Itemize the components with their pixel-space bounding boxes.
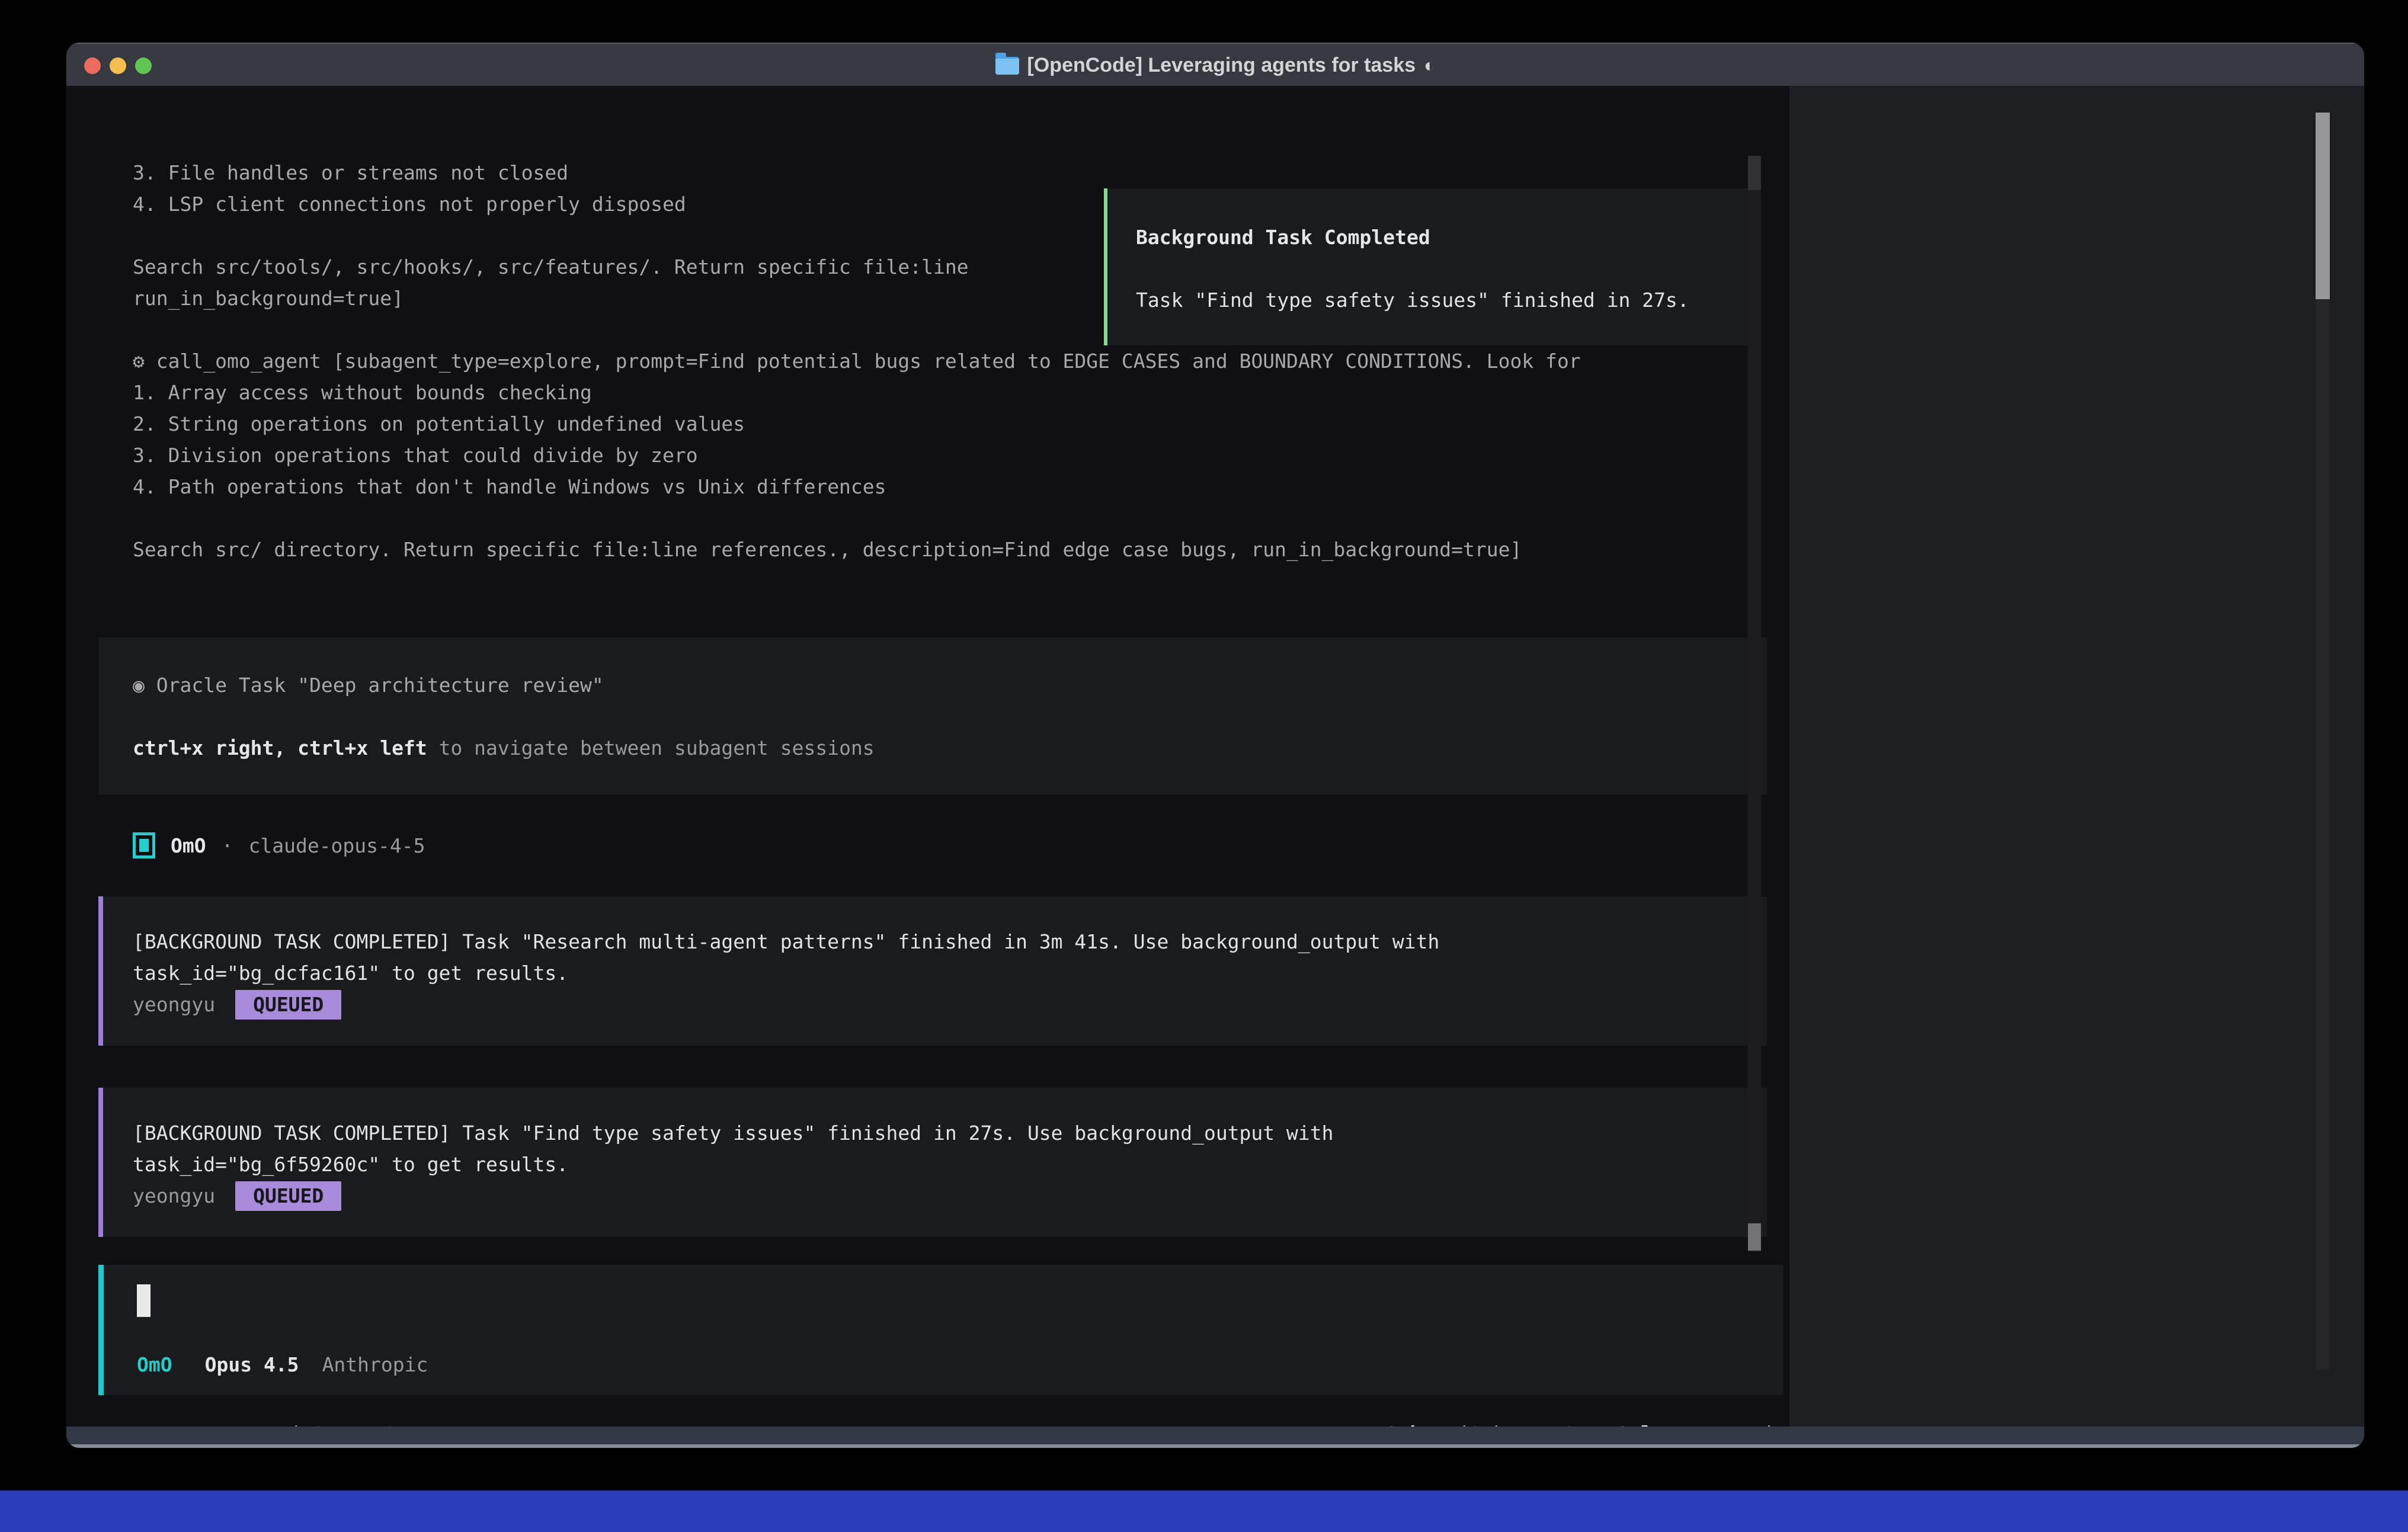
- toast-title: Background Task Completed: [1136, 222, 1755, 253]
- toast-body: Task "Find type safety issues" finished …: [1136, 284, 1755, 316]
- text-cursor: [137, 1284, 150, 1317]
- agent-icon: [133, 832, 155, 858]
- oracle-keybinding-desc: to navigate between subagent sessions: [427, 736, 875, 759]
- oracle-title: Oracle Task "Deep architecture review": [156, 674, 604, 697]
- task-result-meta: yeongyu QUEUED: [133, 989, 1767, 1020]
- tool-call-text: call_omo_agent [subagent_type=explore, p…: [156, 350, 1581, 373]
- input-model-name: Opus 4.5: [205, 1349, 299, 1380]
- toast-spacer: [1136, 253, 1755, 284]
- sidebar-scrollbar-track[interactable]: [2316, 113, 2330, 1370]
- input-provider-name: Anthropic: [322, 1349, 428, 1380]
- tool-call-item: 1. Array access without bounds checking: [133, 377, 1733, 408]
- folder-icon: [995, 57, 1019, 75]
- oracle-hint-line: ctrl+x right, ctrl+x left to navigate be…: [133, 732, 1767, 764]
- task-result-line2: task_id="bg_6f59260c" to get results.: [133, 1149, 1767, 1180]
- transcript-line: 3. File handles or streams not closed: [133, 157, 1733, 188]
- tool-call-line: ⚙ call_omo_agent [subagent_type=explore,…: [133, 345, 1733, 377]
- task-result-line1: [BACKGROUND TASK COMPLETED] Task "Find t…: [133, 1117, 1767, 1149]
- minimize-button[interactable]: [110, 57, 126, 74]
- terminal-window: [OpenCode] Leveraging agents for tasks ◐…: [66, 43, 2364, 1448]
- task-result-line2: task_id="bg_dcfac161" to get results.: [133, 957, 1767, 989]
- window-title: [OpenCode] Leveraging agents for tasks: [1027, 54, 1416, 77]
- oracle-title-line: ◉ Oracle Task "Deep architecture review": [133, 669, 1767, 701]
- separator-dot: ·: [222, 830, 233, 861]
- traffic-lights: [84, 44, 152, 87]
- main-scrollbar-top-segment: [1748, 156, 1761, 190]
- task-result-meta: yeongyu QUEUED: [133, 1180, 1767, 1212]
- task-result-card: [BACKGROUND TASK COMPLETED] Task "Resear…: [98, 896, 1767, 1046]
- oracle-task-box: ◉ Oracle Task "Deep architecture review"…: [98, 637, 1767, 794]
- task-result-line1: [BACKGROUND TASK COMPLETED] Task "Resear…: [133, 926, 1767, 957]
- input-agent-name: OmO: [137, 1349, 172, 1380]
- tool-call-tail: Search src/ directory. Return specific f…: [133, 534, 1733, 565]
- session-status-icon: ◐: [1424, 55, 1435, 76]
- status-badge: QUEUED: [235, 990, 341, 1020]
- agent-model: claude-opus-4-5: [248, 830, 425, 861]
- main-scrollbar-thumb[interactable]: [1748, 1223, 1761, 1251]
- zoom-button[interactable]: [135, 57, 152, 74]
- model-line: OmO Opus 4.5 Anthropic: [137, 1349, 428, 1380]
- agent-header: OmO · claude-opus-4-5: [133, 829, 425, 861]
- gear-icon: ⚙: [133, 350, 145, 373]
- oracle-spacer: [133, 701, 1767, 732]
- transcript-spacer: [133, 502, 1733, 534]
- main-content: 3. File handles or streams not closed 4.…: [66, 86, 1789, 1427]
- sidebar-scrollbar-thumb[interactable]: [2316, 113, 2330, 299]
- tool-call-item: 3. Division operations that could divide…: [133, 440, 1733, 471]
- window-footer: [66, 1427, 2364, 1448]
- task-result-card: [BACKGROUND TASK COMPLETED] Task "Find t…: [98, 1088, 1767, 1237]
- desktop-wallpaper-band: [0, 1491, 2408, 1532]
- tool-call-item: 4. Path operations that don't handle Win…: [133, 471, 1733, 502]
- main-scrollbar-track[interactable]: [1748, 156, 1761, 1252]
- oracle-keybinding: ctrl+x right, ctrl+x left: [133, 736, 427, 759]
- close-button[interactable]: [84, 57, 101, 74]
- agent-name: OmO: [171, 830, 206, 861]
- window-titlebar[interactable]: [OpenCode] Leveraging agents for tasks ◐: [66, 43, 2364, 87]
- tool-call-item: 2. String operations on potentially unde…: [133, 408, 1733, 440]
- prompt-input[interactable]: OmO Opus 4.5 Anthropic: [98, 1265, 1783, 1395]
- desktop: [OpenCode] Leveraging agents for tasks ◐…: [0, 0, 2408, 1532]
- background-task-toast: Background Task Completed Task "Find typ…: [1104, 188, 1759, 345]
- task-author: yeongyu: [133, 993, 215, 1016]
- task-author: yeongyu: [133, 1184, 215, 1207]
- status-badge: QUEUED: [235, 1181, 341, 1211]
- session-sidebar: Leveraging agents for tasks Context 66,5…: [1789, 86, 2364, 1427]
- record-icon: ◉: [133, 674, 145, 697]
